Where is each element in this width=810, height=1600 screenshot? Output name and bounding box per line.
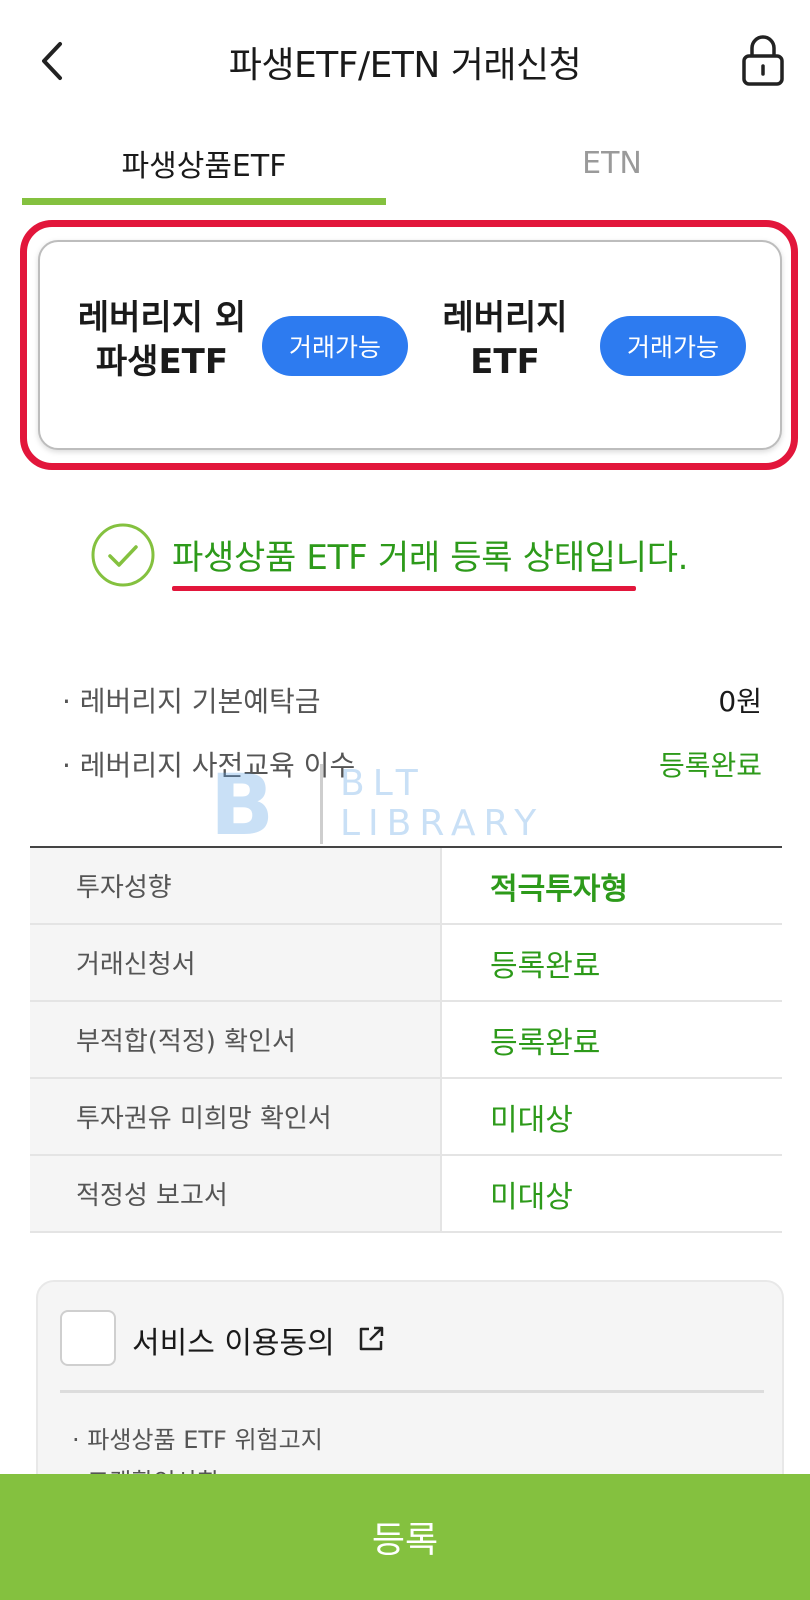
education-label: · 레버리지 사전교육 이수 xyxy=(62,749,356,782)
watermark-line2: LIBRARY xyxy=(340,803,545,844)
table-row: 투자성향 적극투자형 xyxy=(30,848,782,925)
row-label: 투자권유 미희망 확인서 xyxy=(30,1079,442,1154)
row-value: 적극투자형 xyxy=(490,871,628,907)
active-tab-indicator xyxy=(22,198,386,205)
lock-button[interactable] xyxy=(740,34,786,88)
education-value: 등록완료 xyxy=(658,749,762,782)
risk-notice-link[interactable]: · 파생상품 ETF 위험고지 xyxy=(72,1420,323,1455)
trading-status-card: 레버리지 외 파생ETF 거래가능 레버리지 ETF 거래가능 xyxy=(38,240,782,450)
row-value: 등록완료 xyxy=(490,1025,601,1061)
non-leverage-etf-label-line1: 레버리지 외 xyxy=(77,298,247,338)
row-label: 투자성향 xyxy=(30,848,442,923)
leverage-status-badge: 거래가능 xyxy=(600,316,746,376)
page-title: 파생ETF/ETN 거래신청 xyxy=(228,45,582,86)
lock-icon xyxy=(742,35,784,86)
row-label: 거래신청서 xyxy=(30,925,442,1000)
table-row: 적정성 보고서 미대상 xyxy=(30,1156,782,1233)
status-message: 파생상품 ETF 거래 등록 상태입니다. xyxy=(172,538,689,578)
row-label: 적정성 보고서 xyxy=(30,1156,442,1231)
agreement-checkbox[interactable] xyxy=(60,1310,116,1366)
deposit-value: 0원 xyxy=(718,685,762,718)
leverage-etf-label: 레버리지 ETF xyxy=(430,296,580,384)
leverage-education-row: · 레버리지 사전교육 이수 등록완료 xyxy=(62,744,762,788)
table-row: 투자권유 미희망 확인서 미대상 xyxy=(30,1079,782,1156)
agreement-title: 서비스 이용동의 xyxy=(132,1326,335,1361)
tab-derivative-etf[interactable]: 파생상품ETF xyxy=(22,120,386,206)
app-header: 파생ETF/ETN 거래신청 xyxy=(0,0,810,120)
row-value: 등록완료 xyxy=(490,948,601,984)
row-value: 미대상 xyxy=(490,1179,573,1215)
agreement-divider xyxy=(60,1390,764,1393)
check-circle-icon xyxy=(91,523,155,587)
tab-etn[interactable]: ETN xyxy=(430,120,794,206)
deposit-label: · 레버리지 기본예탁금 xyxy=(62,685,321,718)
non-leverage-etf-label: 레버리지 외 파생ETF xyxy=(70,296,254,384)
table-row: 부적합(적정) 확인서 등록완료 xyxy=(30,1002,782,1079)
non-leverage-etf-label-line2: 파생ETF xyxy=(95,342,229,382)
row-value: 미대상 xyxy=(490,1102,573,1138)
table-row: 거래신청서 등록완료 xyxy=(30,925,782,1002)
status-underline xyxy=(172,586,636,591)
product-tabs: 파생상품ETF ETN xyxy=(0,120,810,206)
register-button[interactable]: 등록 xyxy=(0,1474,810,1600)
document-status-table: 투자성향 적극투자형 거래신청서 등록완료 부적합(적정) 확인서 등록완료 투… xyxy=(30,846,782,1233)
registration-status: 파생상품 ETF 거래 등록 상태입니다. xyxy=(90,522,770,592)
row-label: 부적합(적정) 확인서 xyxy=(30,1002,442,1077)
leverage-etf-label-line2: ETF xyxy=(470,342,540,382)
leverage-etf-label-line1: 레버리지 xyxy=(442,298,568,338)
non-leverage-status-badge: 거래가능 xyxy=(262,316,408,376)
leverage-deposit-row: · 레버리지 기본예탁금 0원 xyxy=(62,680,762,724)
external-link-icon[interactable] xyxy=(356,1324,386,1354)
